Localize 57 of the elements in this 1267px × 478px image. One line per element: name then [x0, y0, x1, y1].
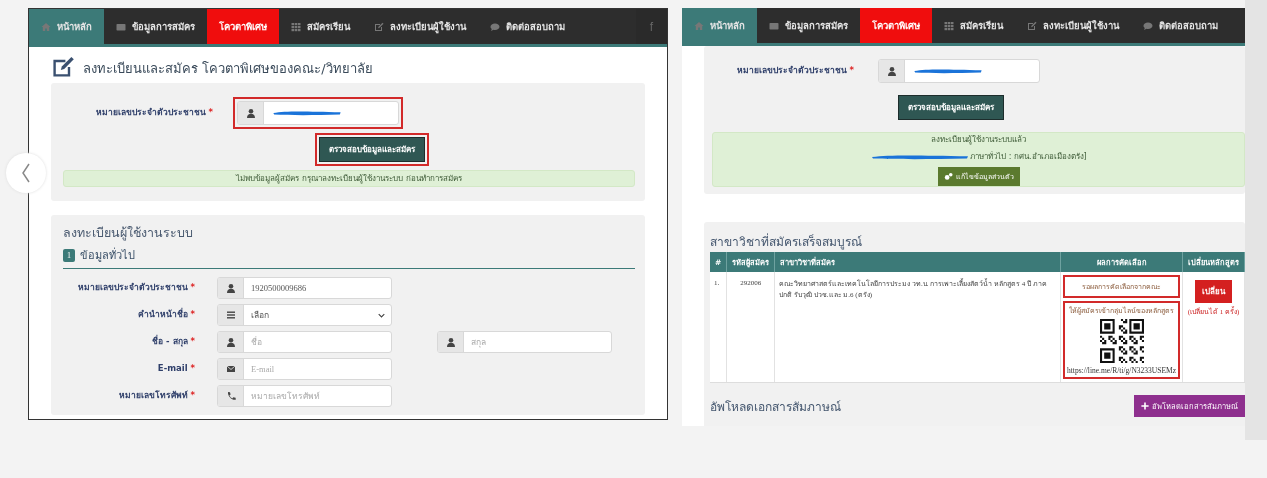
grid-icon [291, 21, 301, 32]
user-icon [445, 337, 456, 347]
change-program-button[interactable]: เปลี่ยน [1195, 280, 1232, 303]
nav-tab[interactable]: หน้าหลัก [29, 9, 104, 44]
nav-tab[interactable]: ลงทะเบียนผู้ใช้งาน [362, 9, 478, 44]
field-label: หมายเลขประจำตัวประชาชน * [76, 281, 195, 295]
phone-icon [225, 391, 236, 401]
nav-tab[interactable]: สมัครเรียน [279, 9, 362, 44]
check-and-apply-button[interactable]: ตรวจสอบข้อมูลและสมัคร [897, 95, 1004, 120]
list-icon [225, 310, 236, 320]
plus-icon [1141, 402, 1149, 410]
nav-tab[interactable]: ข้อมูลการสมัคร [757, 8, 860, 43]
id-number-field[interactable] [878, 59, 1040, 83]
step-number: 1 [63, 248, 75, 262]
field-label: E-mail * [156, 362, 195, 376]
user-icon [886, 66, 897, 76]
nav-tab[interactable]: โควตาพิเศษ [207, 9, 279, 44]
field-label: หมายเลขประจำตัวประชาชน * [735, 64, 854, 78]
home-icon [41, 21, 51, 32]
field-label: คำนำหน้าชื่อ * [136, 307, 195, 322]
edit-icon [51, 55, 75, 79]
chevron-left-icon [21, 163, 31, 183]
card-icon [769, 20, 779, 31]
field-label: หมายเลขโทรศัพท์ * [117, 389, 195, 403]
chevron-down-icon [378, 311, 385, 319]
chat-bubble-icon [490, 21, 500, 32]
nav-tab[interactable]: ติดต่อสอบถาม [1131, 8, 1230, 43]
envelope-icon [225, 364, 236, 374]
field-label: ชื่อ - สกุล * [151, 334, 195, 349]
card-icon [116, 21, 126, 32]
page-title: ลงทะเบียนและสมัคร โควตาพิเศษของคณะ/วิทยาลัย [83, 60, 373, 78]
section-title: อัพโหลดเอกสารสัมภาษณ์ [710, 398, 841, 416]
alert-message: ลงทะเบียนผู้ใช้งานระบบแล้ว [931, 134, 1026, 146]
field-label: หมายเลขประจำตัวประชาชน * [94, 106, 213, 120]
step-label: ข้อมูลทั่วไป [80, 246, 135, 264]
chat-bubble-icon [1143, 20, 1153, 31]
home-icon [694, 20, 704, 31]
qr-code [1099, 319, 1144, 363]
nav-tab[interactable]: สมัครเรียน [932, 8, 1015, 43]
section-title: ลงทะเบียนผู้ใช้งานระบบ [63, 224, 194, 243]
pencil-icon [1027, 20, 1037, 31]
user-icon [245, 108, 256, 118]
check-and-apply-button[interactable]: ตรวจสอบข้อมูลและสมัคร [319, 137, 425, 162]
nav-tab[interactable]: หน้าหลัก [682, 8, 757, 43]
nav-tab[interactable]: ติดต่อสอบถาม [478, 9, 577, 44]
user-icon [225, 283, 236, 293]
nav-tab[interactable]: โควตาพิเศษ [860, 8, 932, 43]
nav-tab[interactable]: ลงทะเบียนผู้ใช้งาน [1015, 8, 1131, 43]
alert-message: ไม่พบข้อมูลผู้สมัคร กรุณาลงทะเบียนผู้ใช้งานระบบ ก่อนทำการสมัคร [236, 173, 462, 185]
alert-message: ภาษาทั่วไป : กศน.อำเภอเมืองตรัง] [970, 150, 1087, 163]
user-icon [225, 337, 236, 347]
dropdown[interactable]: เลือก [217, 304, 392, 326]
input-field[interactable]: 1920500009686 [217, 277, 392, 299]
grid-icon [944, 20, 954, 31]
section-title: สาขาวิชาที่สมัครเสร็จสมบูรณ์ [710, 232, 863, 251]
nav-tab[interactable]: ข้อมูลการสมัคร [104, 9, 207, 44]
pencil-icon [374, 21, 384, 32]
